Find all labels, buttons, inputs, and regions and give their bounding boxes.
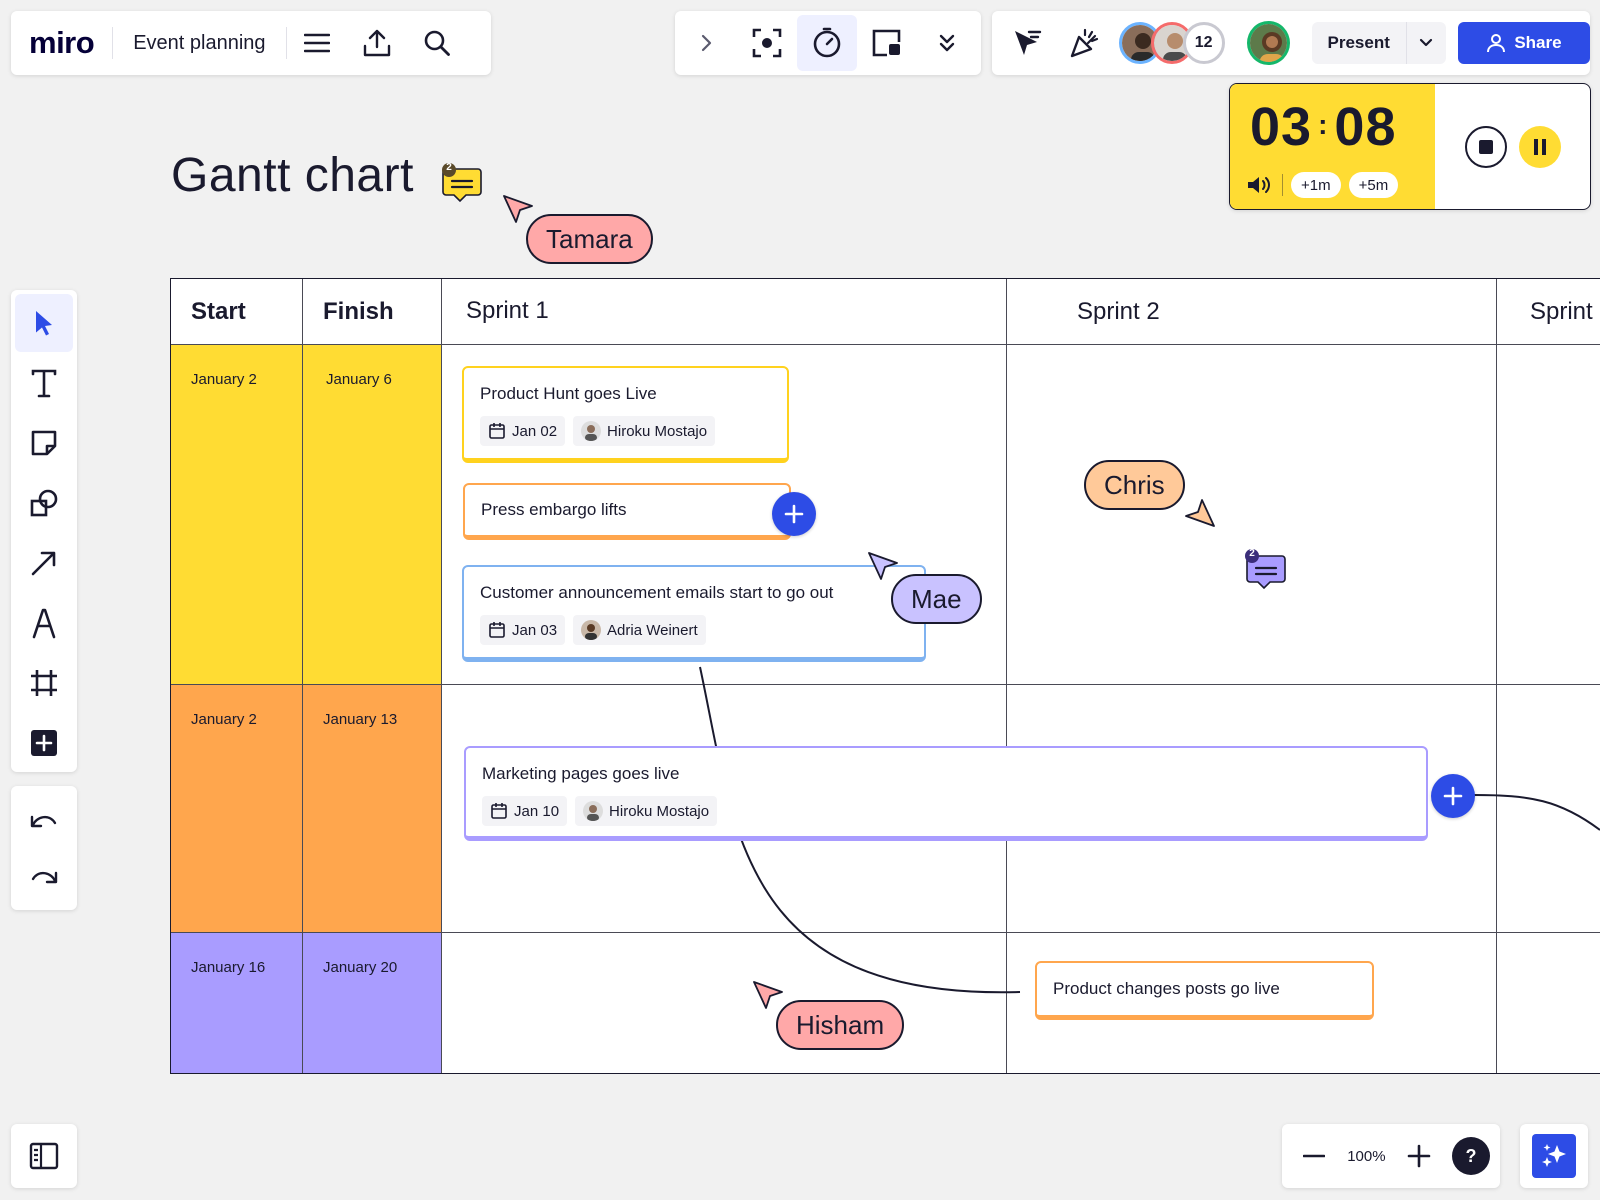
calendar-icon [491,803,507,819]
calendar-icon [489,622,505,638]
card-title: Product Hunt goes Live [480,384,657,403]
sidebar-toggle-button[interactable] [11,1124,77,1188]
zoom-level[interactable]: 100% [1347,1148,1385,1165]
card-date: Jan 10 [514,802,560,820]
task-card[interactable]: Product changes posts go live [1035,961,1374,1020]
date-chip[interactable]: Jan 10 [482,796,568,826]
task-card[interactable]: Press embargo lifts [463,483,791,540]
cursor-label-mae: Mae [891,574,982,624]
card-assignee: Hiroku Mostajo [609,802,710,820]
card-title: Customer announcement emails start to go… [480,583,834,602]
date-chip[interactable]: Jan 03 [480,615,566,645]
add-card-button[interactable] [772,492,816,536]
sidebar-toggle-icon [29,1142,59,1170]
comment-icon[interactable]: 2 [1244,548,1290,594]
add-card-button[interactable] [1431,774,1475,818]
card-meta: Jan 03 Adria Weinert [480,615,908,645]
card-title: Marketing pages goes live [482,764,680,783]
comment-count: 2 [1249,548,1255,559]
card-title: Product changes posts go live [1053,979,1280,998]
card-date: Jan 03 [512,621,558,639]
ai-assistant-button[interactable] [1520,1124,1588,1188]
task-card[interactable]: Product Hunt goes Live Jan 02 Hiroku Mos… [462,366,789,463]
card-assignee: Hiroku Mostajo [607,422,708,440]
avatar [583,801,604,821]
zoom-out-icon[interactable] [1294,1136,1334,1176]
avatar [581,620,602,640]
card-title: Press embargo lifts [481,500,627,519]
cursor-arrow-icon [868,552,898,580]
plus-icon [784,504,804,524]
cursor-label-tamara: Tamara [526,214,653,264]
ai-sparkle-icon [1532,1134,1576,1178]
zoom-controls: 100% ? [1282,1124,1500,1188]
cursor-label-chris: Chris [1084,460,1185,510]
cursor-arrow-icon [1185,499,1215,527]
zoom-in-icon[interactable] [1399,1136,1439,1176]
task-card[interactable]: Marketing pages goes live Jan 10 Hiroku … [464,746,1428,841]
card-assignee: Adria Weinert [607,621,698,639]
date-chip[interactable]: Jan 02 [480,416,566,446]
assignee-chip[interactable]: Adria Weinert [573,615,706,645]
avatar [581,421,602,441]
card-meta: Jan 02 Hiroku Mostajo [480,416,771,446]
calendar-icon [489,423,505,439]
cursor-label-hisham: Hisham [776,1000,905,1050]
card-meta: Jan 10 Hiroku Mostajo [482,796,1410,826]
assignee-chip[interactable]: Hiroku Mostajo [573,416,716,446]
help-button[interactable]: ? [1451,1137,1490,1175]
assignee-chip[interactable]: Hiroku Mostajo [575,796,718,826]
plus-icon [1443,786,1463,806]
card-date: Jan 02 [512,422,558,440]
task-card[interactable]: Customer announcement emails start to go… [462,565,926,662]
